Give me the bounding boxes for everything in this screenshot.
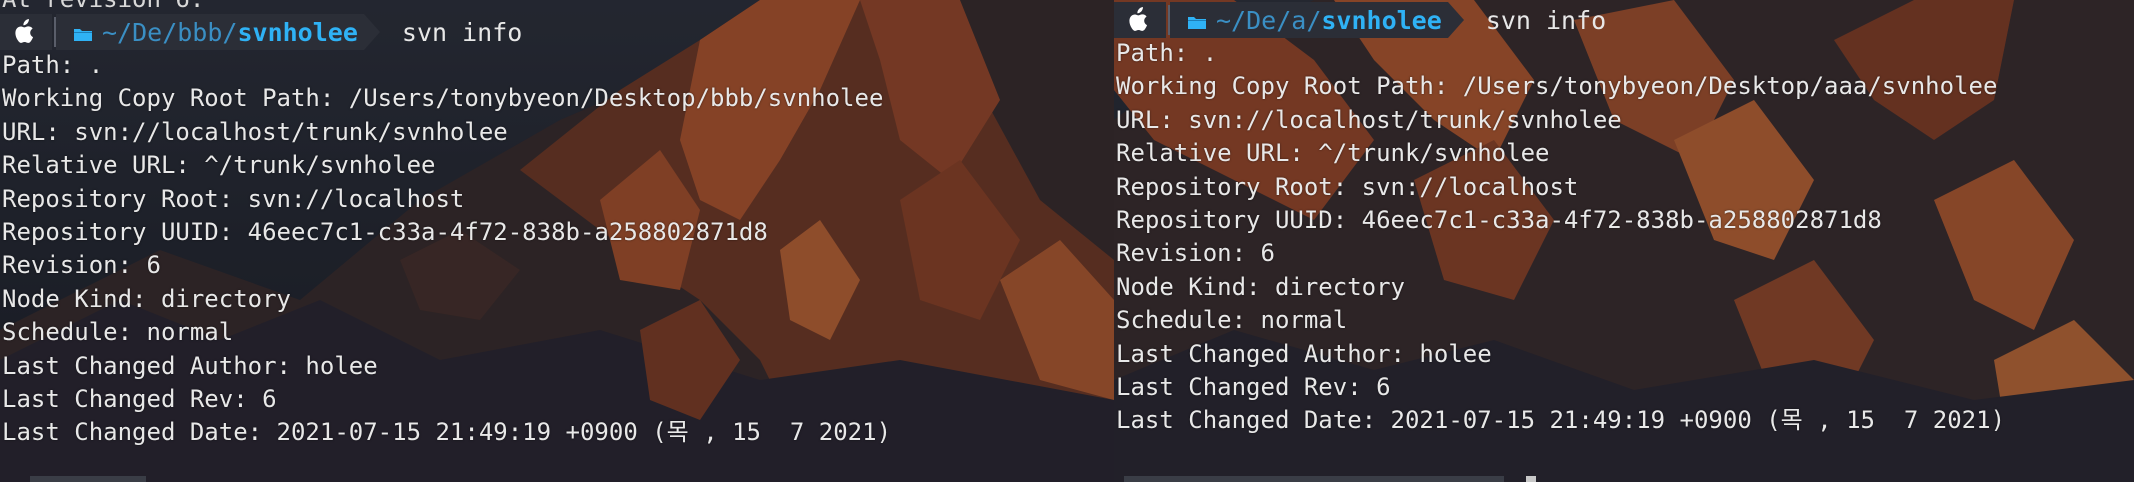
terminal-output-left[interactable]: At revision 6. ~/De/bbb/svnholee svn inf…	[0, 0, 1114, 482]
output-line: Last Changed Author: holee	[2, 351, 378, 380]
output-line: Repository UUID: 46eec7c1-c33a-4f72-838b…	[2, 218, 768, 246]
typed-command: svn info	[1485, 5, 1607, 35]
output-line: Path: .	[1116, 39, 1218, 67]
folder-icon	[1188, 6, 1206, 35]
output-line: Repository UUID: 46eec7c1-c33a-4f72-838b…	[1116, 206, 1882, 234]
typed-command: svn info	[401, 17, 523, 47]
output-line: Last Changed Date: 2021-07-15 21:49:19 +…	[2, 418, 892, 447]
output-line: Working Copy Root Path: /Users/tonybyeon…	[2, 84, 884, 113]
output-line: Repository Root: svn://localhost	[1116, 172, 1579, 201]
output-line: Last Changed Rev: 6	[2, 385, 277, 413]
output-line: Last Changed Date: 2021-07-15 21:49:19 +…	[1116, 406, 2006, 435]
prompt-path-current: svnholee	[237, 17, 358, 47]
output-line: Repository Root: svn://localhost	[2, 184, 465, 213]
prompt-apple-segment	[1114, 2, 1166, 38]
terminal-pane-left[interactable]: At revision 6. ~/De/bbb/svnholee svn inf…	[0, 0, 1114, 482]
terminal-pane-right[interactable]: ~/De/a/svnholee svn info Path: . Working …	[1114, 0, 2134, 482]
output-line: Last Changed Author: holee	[1116, 339, 1492, 368]
apple-icon	[1126, 7, 1148, 33]
prompt-arrow	[1447, 2, 1464, 38]
folder-icon	[74, 18, 92, 47]
prompt-path-prefix: ~/De/	[1216, 5, 1292, 35]
prompt-arrow	[363, 14, 380, 50]
output-line: Schedule: normal	[1116, 306, 1348, 335]
terminal-cursor	[1526, 476, 1536, 482]
output-line: Node Kind: directory	[2, 284, 291, 313]
output-line: Path: .	[2, 51, 104, 79]
prompt-path-segment: ~/De/bbb/svnholee	[56, 14, 364, 50]
prompt-path-segment: ~/De/a/svnholee	[1170, 2, 1448, 38]
output-line: Revision: 6	[2, 251, 161, 280]
split-terminal: At revision 6. ~/De/bbb/svnholee svn inf…	[0, 0, 2134, 482]
bottom-status-bar	[30, 476, 146, 482]
output-line: Node Kind: directory	[1116, 272, 1405, 301]
output-line: URL: svn://localhost/trunk/svnholee	[1116, 105, 1622, 134]
output-line: Last Changed Rev: 6	[1116, 373, 1391, 401]
terminal-output-right[interactable]: ~/De/a/svnholee svn info Path: . Working …	[1114, 0, 2134, 482]
shell-prompt: ~/De/a/svnholee svn info	[1114, 2, 1606, 38]
output-line: Relative URL: ^/trunk/svnholee	[2, 151, 436, 180]
prompt-path-prefix: ~/De/bbb/	[102, 17, 238, 47]
bottom-status-bar	[1124, 476, 1504, 482]
output-line: Relative URL: ^/trunk/svnholee	[1116, 139, 1550, 168]
prompt-apple-segment	[0, 14, 52, 50]
output-line: Working Copy Root Path: /Users/tonybyeon…	[1116, 72, 1998, 101]
apple-icon	[12, 19, 34, 45]
prompt-path-current: svnholee	[1321, 5, 1442, 35]
output-line: Schedule: normal	[2, 318, 234, 347]
shell-prompt: ~/De/bbb/svnholee svn info	[0, 14, 522, 50]
prompt-path-parent: a/	[1291, 5, 1322, 35]
output-line: URL: svn://localhost/trunk/svnholee	[2, 117, 508, 146]
output-line: Revision: 6	[1116, 239, 1275, 268]
